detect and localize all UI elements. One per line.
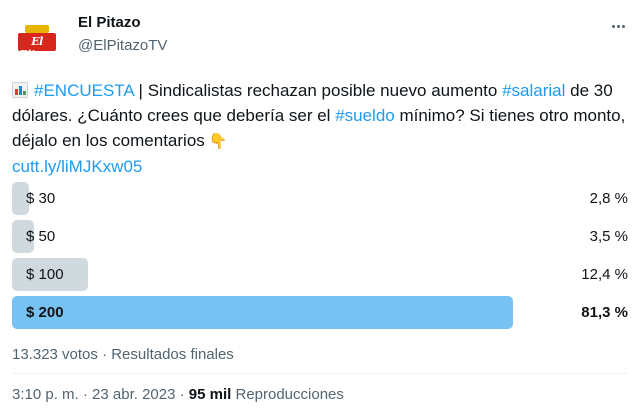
avatar[interactable]: El Pitazo: [12, 16, 62, 64]
poll-option-winner: $ 200 81,3 %: [12, 296, 628, 329]
poll-option-label: $ 30: [26, 190, 56, 207]
tweet-link[interactable]: cutt.ly/liMJKxw05: [12, 157, 142, 176]
display-name[interactable]: El Pitazo: [78, 14, 167, 31]
logo-top-band: [25, 25, 49, 33]
poll-option-percent: 81,3 %: [581, 304, 628, 321]
poll-option: $ 30 2,8 %: [12, 182, 628, 215]
timestamp: 3:10 p. m. · 23 abr. 2023 · 95 mil Repro…: [12, 386, 344, 403]
pointing-down-emoji-icon: 👇: [208, 133, 228, 150]
more-options-icon[interactable]: [608, 16, 628, 36]
tweet-time[interactable]: 3:10 p. m. · 23 abr. 2023 ·: [12, 386, 189, 403]
handle[interactable]: @ElPitazoTV: [78, 37, 167, 54]
poll-option-label: $ 100: [26, 266, 64, 283]
bar-chart-emoji-icon: [12, 82, 28, 98]
poll-option-label: $ 200: [26, 304, 64, 321]
poll-option-percent: 2,8 %: [589, 190, 628, 207]
tweet-text-part1: | Sindicalistas rechazan posible nuevo a…: [133, 81, 503, 100]
hashtag-encuesta[interactable]: #ENCUESTA: [34, 81, 134, 100]
tweet-text: #ENCUESTA | Sindicalistas rechazan posib…: [12, 78, 628, 179]
poll-meta: 13.323 votos · Resultados finales: [12, 346, 234, 363]
tweet-header: El Pitazo El Pitazo @ElPitazoTV: [12, 8, 628, 64]
hashtag-sueldo[interactable]: #sueldo: [335, 106, 395, 125]
poll-option: $ 50 3,5 %: [12, 220, 628, 253]
poll-option-label: $ 50: [26, 228, 56, 245]
poll: $ 30 2,8 % $ 50 3,5 % $ 100 12,4 % $ 200…: [12, 182, 628, 334]
views-count: 95 mil: [188, 386, 232, 403]
hashtag-salarial[interactable]: #salarial: [502, 81, 565, 100]
avatar-logo-text: El Pitazo: [19, 35, 55, 61]
poll-bar: [12, 296, 513, 329]
views-label: Reproducciones: [231, 386, 344, 403]
divider: [12, 373, 628, 374]
poll-option: $ 100 12,4 %: [12, 258, 628, 291]
poll-option-percent: 3,5 %: [589, 228, 628, 245]
poll-option-percent: 12,4 %: [581, 266, 628, 283]
author-names: El Pitazo @ElPitazoTV: [78, 14, 167, 54]
